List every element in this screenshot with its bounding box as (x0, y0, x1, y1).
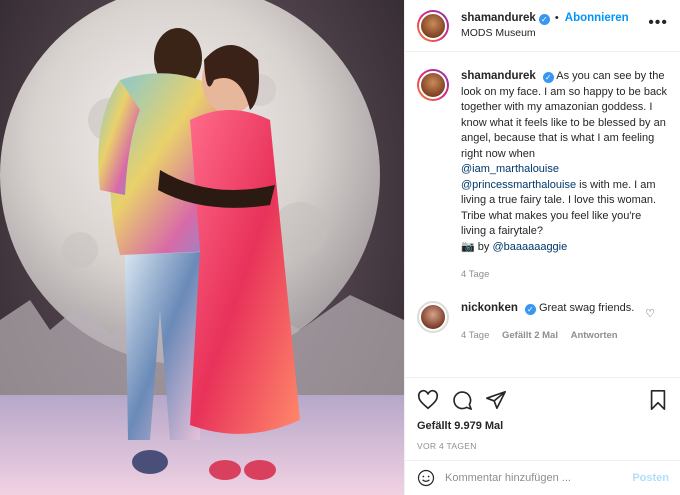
caption-text-3: Tribe what makes you feel like you're li… (461, 209, 642, 238)
post-location[interactable]: MODS Museum (461, 26, 648, 41)
caption-author-avatar[interactable] (417, 69, 449, 101)
emoji-icon[interactable] (417, 469, 435, 487)
comment-meta: 4 Tage Gefällt 2 Mal Antworten (461, 328, 669, 344)
post-image-illustration (0, 0, 404, 495)
header-separator: • (554, 11, 559, 24)
caption-body: shamandurek ✓ As you can see by the look … (461, 69, 669, 283)
comment-like-heart-icon[interactable]: ♡ (645, 307, 655, 320)
reply-button[interactable]: Antworten (571, 330, 618, 341)
comment-item: nickonken ✓ Great swag friends. 4 Tage Ge… (417, 300, 669, 344)
instagram-post-view: shamandurek ✓ • Abonnieren MODS Museum ••… (0, 0, 680, 495)
comment-text: Great swag friends. (538, 301, 635, 314)
post-header-text: shamandurek ✓ • Abonnieren MODS Museum (461, 11, 648, 41)
post-header: shamandurek ✓ • Abonnieren MODS Museum ••… (405, 0, 680, 52)
post-date[interactable]: VOR 4 TAGEN (417, 441, 669, 451)
author-avatar[interactable] (417, 9, 449, 42)
save-bookmark-icon[interactable] (647, 389, 669, 411)
follow-button[interactable]: Abonnieren (565, 12, 629, 24)
mention-link[interactable]: @baaaaaaggie (492, 241, 567, 253)
verified-badge-icon: ✓ (524, 303, 536, 315)
likes-count[interactable]: Gefällt 9.979 Mal (417, 420, 669, 432)
like-heart-icon[interactable] (417, 389, 439, 411)
mention-link[interactable]: @iam_marthalouise (461, 163, 559, 175)
add-comment-bar: Posten (405, 460, 680, 495)
verified-badge-icon: ✓ (542, 72, 554, 83)
verified-badge-icon: ✓ (538, 13, 550, 25)
author-username[interactable]: shamandurek (461, 12, 536, 24)
commenter-username[interactable]: nickonken (461, 302, 518, 314)
comment-time[interactable]: 4 Tage (461, 330, 489, 341)
comment-input[interactable] (445, 472, 633, 484)
comment-body: nickonken ✓ Great swag friends. 4 Tage Ge… (461, 301, 669, 344)
comments-section: shamandurek ✓ As you can see by the look … (405, 53, 680, 377)
caption-username[interactable]: shamandurek (461, 70, 536, 82)
caption-time[interactable]: 4 Tage (461, 269, 489, 280)
more-options-icon[interactable]: ••• (648, 14, 668, 32)
mention-link[interactable]: @princessmarthalouise (461, 179, 576, 191)
post-actions: Gefällt 9.979 Mal VOR 4 TAGEN (405, 377, 680, 451)
action-icons (417, 386, 669, 414)
post-comment-button[interactable]: Posten (632, 472, 669, 484)
share-paper-plane-icon[interactable] (485, 389, 507, 411)
post-photo[interactable] (0, 0, 404, 495)
post-caption: shamandurek ✓ As you can see by the look … (417, 69, 669, 283)
camera-icon: 📷 (461, 240, 475, 253)
commenter-avatar[interactable] (417, 300, 449, 333)
caption-text-1: As you can see by the look on my face. I… (461, 70, 668, 160)
comment-likes[interactable]: Gefällt 2 Mal (502, 330, 558, 341)
caption-by-label: by (477, 240, 490, 253)
comment-bubble-icon[interactable] (451, 389, 473, 411)
caption-meta: 4 Tage (461, 267, 669, 283)
post-sidebar: shamandurek ✓ • Abonnieren MODS Museum ••… (404, 0, 680, 495)
